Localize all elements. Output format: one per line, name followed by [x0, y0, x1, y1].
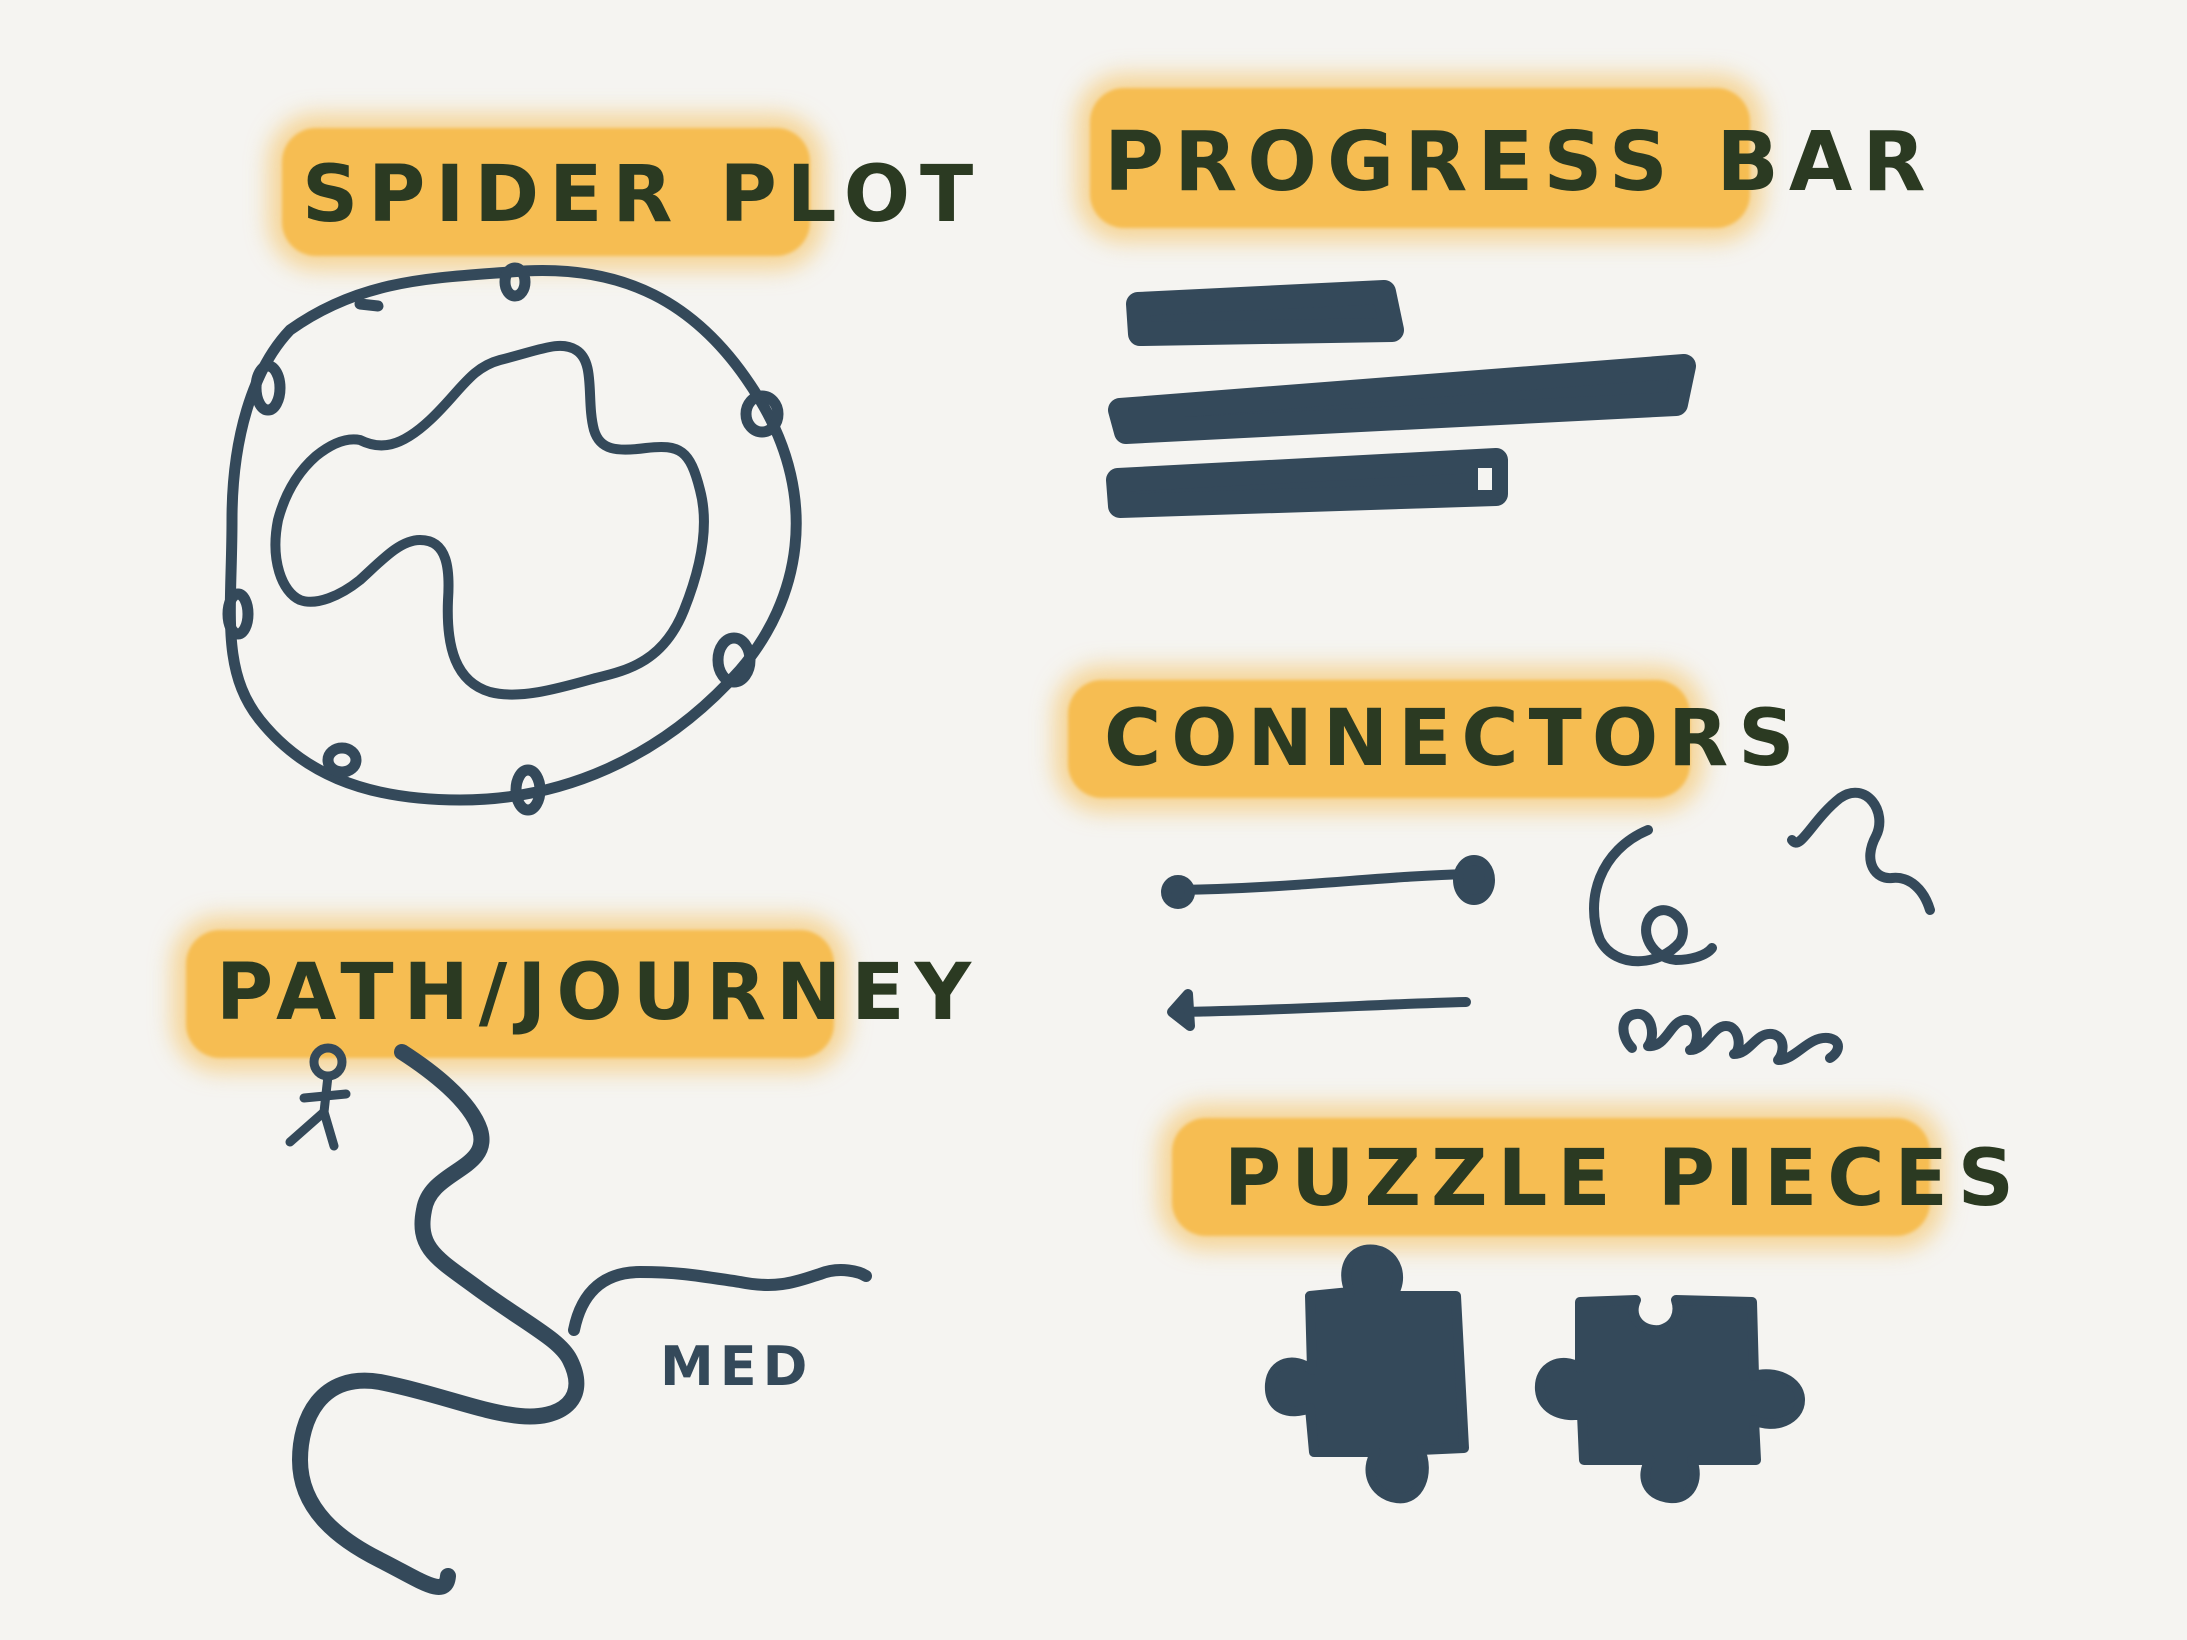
puzzle-piece-right	[1534, 1295, 1805, 1504]
spider-node	[322, 742, 362, 778]
progress-bar-1	[1126, 280, 1404, 346]
spiral-connector-icon	[1589, 825, 1717, 967]
journey-path	[292, 1044, 585, 1595]
connector-arrowhead	[1167, 989, 1195, 1031]
connector-straight-dot	[1161, 855, 1495, 909]
spider-plot-outer-ring	[224, 264, 802, 806]
loop-connector-icon	[1618, 1009, 1843, 1065]
journey-path-branch	[568, 1264, 872, 1336]
progress-bar-2	[1108, 354, 1696, 444]
progress-bar-group	[1106, 280, 1696, 518]
squiggle-connector-icon	[1787, 787, 1935, 915]
connector-arrow	[1167, 989, 1471, 1031]
stick-figure-icon	[285, 1043, 351, 1151]
connector-line	[1173, 997, 1471, 1017]
puzzle-piece-icon	[1264, 1244, 1805, 1504]
spider-node	[499, 262, 531, 302]
spider-plot-nodes	[222, 262, 784, 816]
connector-endpoint	[1453, 855, 1495, 905]
spider-node	[250, 360, 286, 416]
puzzle-piece-left	[1264, 1244, 1469, 1504]
connector-line	[1173, 869, 1475, 895]
progress-bar-3	[1106, 448, 1508, 518]
spider-node	[354, 298, 384, 312]
sketch-canvas	[222, 262, 1935, 1595]
connector-endpoint	[1161, 875, 1195, 909]
spider-node	[222, 588, 254, 640]
spider-plot-inner-shape	[270, 340, 709, 700]
progress-bar-3-end	[1470, 460, 1500, 498]
